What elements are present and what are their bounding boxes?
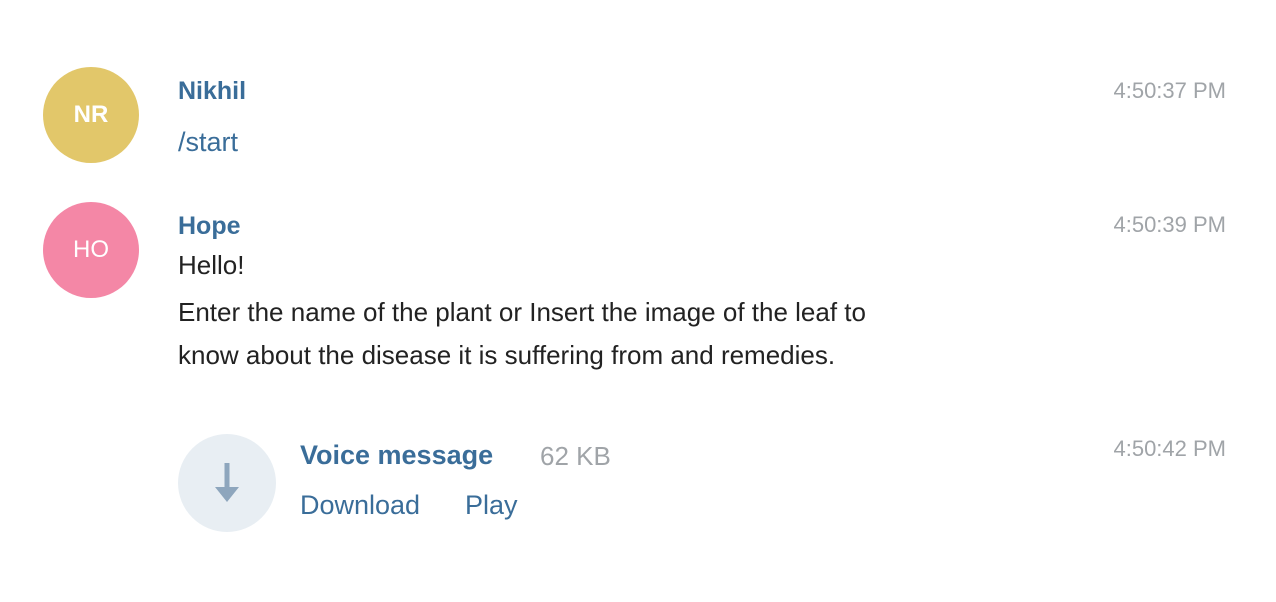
voice-download-button[interactable] [178, 434, 276, 532]
message-line: know about the disease it is suffering f… [178, 340, 836, 370]
voice-message-title[interactable]: Voice message [300, 438, 493, 472]
message-timestamp: 4:50:37 PM [1113, 78, 1226, 103]
message-timestamp: 4:50:42 PM [1113, 436, 1226, 461]
file-size: 62 KB [540, 441, 611, 471]
sender-name[interactable]: Nikhil [178, 76, 246, 106]
sender-name[interactable]: Hope [178, 211, 241, 241]
download-link[interactable]: Download [300, 488, 420, 522]
avatar[interactable]: HO [43, 202, 139, 298]
message-text: Hello! Enter the name of the plant or In… [178, 250, 1058, 377]
download-arrow-icon [215, 463, 239, 502]
command-link[interactable]: /start [178, 126, 238, 158]
avatar[interactable]: NR [43, 67, 139, 163]
message-timestamp: 4:50:39 PM [1113, 212, 1226, 237]
message-line: Hello! [178, 250, 245, 280]
message-line: Enter the name of the plant or Insert th… [178, 297, 866, 327]
chat-history: NR Nikhil 4:50:37 PM /start HO Hope 4:50… [0, 0, 1276, 602]
play-link[interactable]: Play [465, 488, 518, 522]
